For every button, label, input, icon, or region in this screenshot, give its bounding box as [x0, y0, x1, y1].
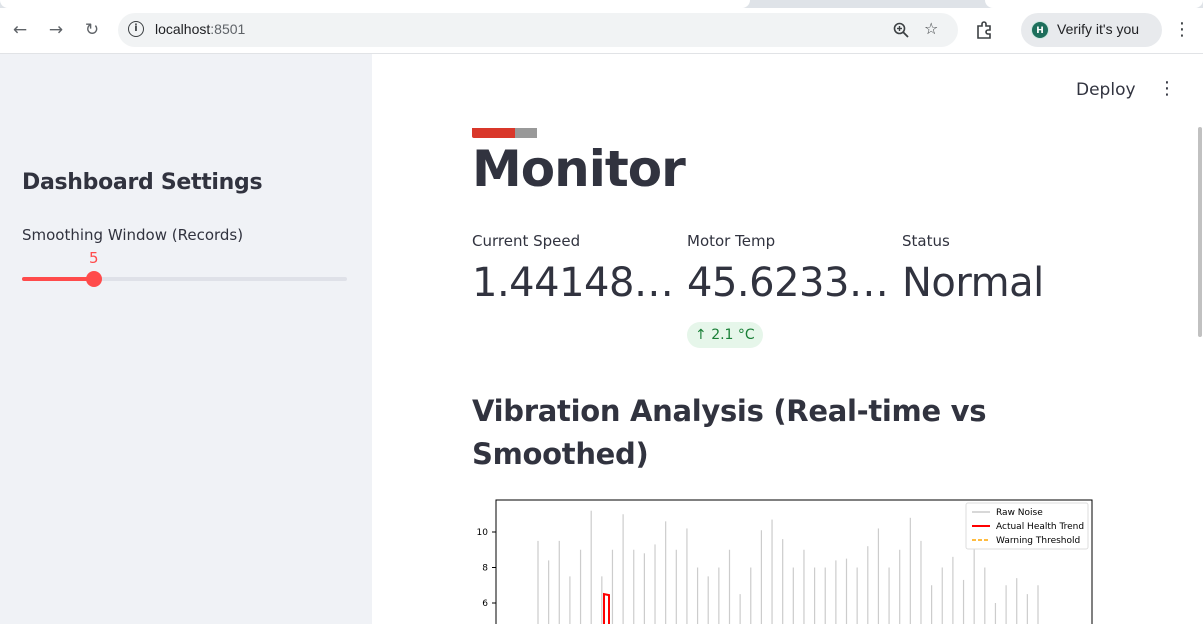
- vibration-chart: 10 8 6 Raw Noise Actual Health Trend Warning…: [477, 499, 1093, 624]
- verify-label: Verify it's you: [1057, 21, 1140, 37]
- title-emoji-fragment-2: [515, 128, 537, 138]
- section-title: Vibration Analysis (Real-time vs Smoothe…: [472, 394, 987, 471]
- site-info-icon[interactable]: i: [128, 21, 144, 37]
- inactive-tab[interactable]: [985, 0, 1203, 8]
- delta-value: 2.1 °C: [711, 327, 755, 343]
- metric-delta-badge: ↑ 2.1 °C: [687, 322, 763, 348]
- main-content: Deploy ⋮ Monitor Current Speed 1.44148… …: [372, 54, 1203, 624]
- browser-toolbar: ← → ↻ i localhost:8501 ☆ H Verify it's y…: [0, 8, 1203, 54]
- slider-value: 5: [89, 249, 99, 267]
- slider-fill: [22, 277, 94, 281]
- metric-temp: Motor Temp 45.6233…: [687, 232, 887, 306]
- deploy-button[interactable]: Deploy: [1076, 80, 1136, 100]
- metric-speed: Current Speed 1.44148…: [472, 232, 672, 306]
- metric-status: Status Normal: [902, 232, 1102, 306]
- metric-label: Status: [902, 232, 950, 250]
- y-tick-label: 10: [477, 528, 489, 538]
- sidebar-title: Dashboard Settings: [22, 170, 263, 195]
- legend-label: Actual Health Trend: [996, 522, 1084, 532]
- metric-value: 45.6233…: [687, 260, 887, 306]
- main-menu-icon[interactable]: ⋮: [1158, 78, 1176, 99]
- metric-value: Normal: [902, 260, 1044, 306]
- browser-menu-icon[interactable]: ⋮: [1172, 15, 1192, 45]
- legend-label: Raw Noise: [996, 508, 1043, 518]
- slider-thumb[interactable]: [85, 271, 102, 287]
- metric-value: 1.44148…: [472, 260, 672, 306]
- address-bar[interactable]: i localhost:8501 ☆: [118, 13, 958, 47]
- slider-label: Smoothing Window (Records): [22, 226, 244, 244]
- url-text[interactable]: localhost:8501: [155, 21, 245, 37]
- profile-chip[interactable]: H Verify it's you: [1021, 13, 1162, 47]
- metric-label: Motor Temp: [687, 232, 776, 250]
- bookmark-star-icon[interactable]: ☆: [924, 19, 938, 38]
- forward-arrow-icon: →: [48, 20, 64, 40]
- legend-label: Warning Threshold: [996, 536, 1080, 546]
- avatar: H: [1031, 21, 1049, 39]
- sidebar: Dashboard Settings Smoothing Window (Rec…: [0, 54, 372, 624]
- arrow-up-icon: ↑: [695, 327, 712, 343]
- extensions-icon[interactable]: [975, 21, 993, 39]
- zoom-icon[interactable]: [893, 22, 909, 38]
- slider-track[interactable]: [22, 271, 347, 287]
- reload-icon: ↻: [84, 20, 100, 40]
- tab-strip: [0, 0, 1203, 8]
- back-button[interactable]: ←: [6, 16, 34, 44]
- scrollbar[interactable]: [1198, 127, 1202, 337]
- reload-button[interactable]: ↻: [78, 16, 106, 44]
- active-tab[interactable]: [0, 0, 750, 8]
- y-tick-label: 6: [482, 599, 488, 609]
- back-arrow-icon: ←: [12, 20, 28, 40]
- y-tick-label: 8: [482, 564, 488, 574]
- metric-label: Current Speed: [472, 232, 581, 250]
- forward-button[interactable]: →: [42, 16, 70, 44]
- page-title: Monitor: [472, 140, 686, 198]
